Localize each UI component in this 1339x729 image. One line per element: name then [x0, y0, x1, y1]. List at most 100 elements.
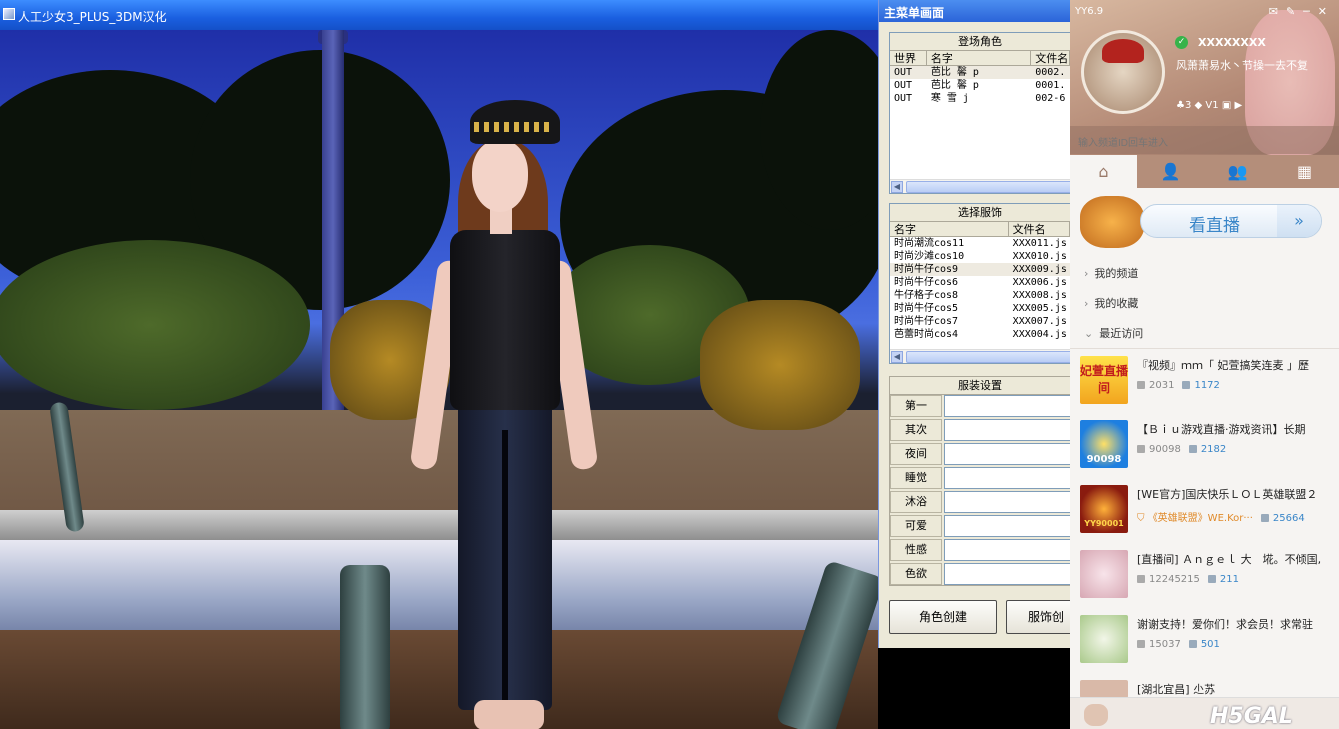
setting-field[interactable] [944, 515, 1070, 537]
person-icon [1188, 640, 1197, 648]
table-row[interactable]: 时尚潮流cos11 XXX011.js [890, 237, 1070, 250]
column-name[interactable]: 名字 [890, 222, 1009, 236]
cell-name: 时尚牛仔cos7 [894, 316, 959, 327]
nav-label: 我的频道 [1094, 267, 1139, 280]
cell-file: XXX009.js [1012, 264, 1067, 275]
column-world[interactable]: 世界 [890, 51, 927, 65]
tab-groups[interactable]: 👥 [1204, 155, 1271, 188]
table-row[interactable]: OUT 芭比 馨 p 0002. [890, 66, 1070, 79]
channel-thumbnail: 妃萱直播间 [1080, 356, 1128, 404]
group-icon[interactable]: ♣ [1176, 100, 1185, 111]
list-item[interactable]: [湖北宜昌] 尐苏 [1070, 672, 1339, 698]
window-controls[interactable]: ✉✎─✕ [1269, 5, 1335, 18]
setting-field[interactable] [944, 467, 1070, 489]
channel-id: 90098 [1149, 444, 1181, 455]
nav-recent-visits[interactable]: ⌄ 最近访问 [1084, 325, 1143, 341]
tab-home[interactable]: ⌂ [1070, 155, 1137, 188]
cell-file: XXX007.js [1012, 316, 1067, 327]
outfit-settings-header: 服装设置 [890, 377, 1070, 395]
nav-my-favorites[interactable]: › 我的收藏 [1084, 295, 1138, 311]
horizontal-scrollbar[interactable]: ◀ [890, 179, 1070, 193]
channel-meta: 2031 1172 [1137, 380, 1220, 391]
scroll-left-icon[interactable]: ◀ [891, 181, 903, 193]
skin-icon[interactable]: ✎ [1286, 5, 1303, 18]
character-list-header: 登场角色 [890, 33, 1070, 51]
setting-label: 第一 [890, 395, 942, 417]
table-row[interactable]: OUT 芭比 馨 p 0001. [890, 79, 1070, 92]
cell-name: 芭比 馨 p [930, 80, 979, 91]
outfit-settings-panel: 服装设置 第一 其次 夜间 睡觉 沐浴 可爱 性感 色欲 [889, 376, 1070, 586]
scroll-left-icon[interactable]: ◀ [891, 351, 903, 363]
watch-live-banner[interactable]: 看直播 » [1080, 196, 1330, 248]
channel-tag[interactable]: 《英雄联盟》WE.Kor··· [1148, 513, 1253, 524]
game-scene-3d[interactable] [0, 30, 878, 729]
setting-label: 夜间 [890, 443, 942, 465]
vip-level: 1 [1212, 100, 1219, 111]
bear-icon[interactable] [1084, 704, 1108, 726]
nav-my-channels[interactable]: › 我的频道 [1084, 265, 1138, 281]
cell-name: 寒 雪 j [930, 93, 969, 104]
table-row[interactable]: 时尚牛仔cos7 XXX007.js [890, 315, 1070, 328]
cell-file: XXX005.js [1012, 303, 1067, 314]
setting-row: 第一 [890, 395, 1070, 417]
table-row[interactable]: 时尚沙滩cos10 XXX010.js [890, 250, 1070, 263]
horizontal-scrollbar[interactable]: ◀ [890, 349, 1070, 363]
setting-field[interactable] [944, 443, 1070, 465]
watch-live-button[interactable]: 看直播 » [1140, 204, 1322, 238]
table-row[interactable]: 牛仔格子cos8 XXX008.js [890, 289, 1070, 302]
group-icon: 👥 [1227, 162, 1248, 181]
table-row[interactable]: 时尚牛仔cos5 XXX005.js [890, 302, 1070, 315]
channel-id-input[interactable] [1070, 126, 1339, 154]
setting-row: 睡觉 [890, 467, 1070, 489]
list-item[interactable]: 90098 【Ｂｉｕ游戏直播·游戏资讯】长期 90098 2182 [1070, 412, 1339, 474]
setting-field[interactable] [944, 539, 1070, 561]
list-item[interactable]: 妃萱直播间 『视频』ｍｍ「 妃萱搞笑连麦 」歷 2031 1172 [1070, 348, 1339, 410]
scrollbar-thumb[interactable] [906, 351, 1070, 363]
table-row[interactable]: 时尚牛仔cos9 XXX009.js [890, 263, 1070, 276]
list-item[interactable]: 谢谢支持！爱你们！求会员！求常驻 15037 501 [1070, 607, 1339, 669]
character-model[interactable] [409, 100, 600, 729]
channel-meta: 12245215 211 [1137, 574, 1239, 585]
channel-title: [WE官方]国庆快乐ＬＯＬ英雄联盟２ [1137, 488, 1318, 501]
table-row[interactable]: 芭蕾时尚cos4 XXX004.js [890, 328, 1070, 341]
create-character-button[interactable]: 角色创建 [889, 600, 997, 634]
create-outfit-button[interactable]: 服饰创 [1006, 600, 1070, 634]
cell-file: 0002. [1035, 67, 1066, 78]
minimize-icon[interactable]: ─ [1303, 5, 1318, 18]
play-icon[interactable]: ▶ [1234, 100, 1242, 111]
main-menu-title[interactable]: 主菜单画面 [879, 0, 1070, 22]
setting-label: 沐浴 [890, 491, 942, 513]
setting-row: 夜间 [890, 443, 1070, 465]
list-item[interactable]: [直播间] Ａｎｇｅｌ 大 埖。不倾国, 12245215 211 [1070, 542, 1339, 604]
scrollbar-thumb[interactable] [906, 181, 1070, 193]
online-status-icon[interactable]: ✓ [1175, 36, 1188, 49]
user-icon: 👤 [1160, 162, 1181, 181]
character-list-panel: 登场角色 世界 名字 文件名 OUT 芭比 馨 p 0002. OUT 芭比 馨… [889, 32, 1070, 194]
yy-client: YY6.9 ✉✎─✕ ✓ XXXXXXXX 风萧萧易水丶节操一去不复 ♣3 ◆ … [1070, 0, 1339, 729]
setting-field[interactable] [944, 563, 1070, 585]
setting-field[interactable] [944, 419, 1070, 441]
flower-bed [700, 300, 860, 430]
cell-file: XXX006.js [1012, 277, 1067, 288]
calendar-icon[interactable]: ▣ [1222, 100, 1231, 111]
list-item[interactable]: YY90001 [WE官方]国庆快乐ＬＯＬ英雄联盟２ ⛉ 《英雄联盟》WE.Ko… [1070, 477, 1339, 539]
cell-world: OUT [894, 67, 913, 78]
game-titlebar[interactable]: 人工少女3_PLUS_3DM汉化 [0, 0, 878, 30]
setting-label: 性感 [890, 539, 942, 561]
table-row[interactable]: OUT 寒 雪 j 002-6 [890, 92, 1070, 105]
cell-file: XXX010.js [1012, 251, 1067, 262]
mail-icon[interactable]: ✉ [1269, 5, 1286, 18]
column-file[interactable]: 文件名 [1009, 222, 1070, 236]
signature[interactable]: 风萧萧易水丶节操一去不复 [1176, 57, 1308, 73]
avatar[interactable] [1081, 30, 1165, 114]
tab-contacts[interactable]: 👤 [1137, 155, 1204, 188]
table-row[interactable]: 时尚牛仔cos6 XXX006.js [890, 276, 1070, 289]
tab-apps[interactable]: ▦ [1271, 155, 1338, 188]
column-file[interactable]: 文件名 [1031, 51, 1070, 65]
diamond-icon[interactable]: ◆ [1195, 100, 1203, 111]
setting-field[interactable] [944, 395, 1070, 417]
column-name[interactable]: 名字 [927, 51, 1032, 65]
setting-field[interactable] [944, 491, 1070, 513]
close-icon[interactable]: ✕ [1318, 5, 1335, 18]
cell-name: 芭比 馨 p [930, 67, 979, 78]
